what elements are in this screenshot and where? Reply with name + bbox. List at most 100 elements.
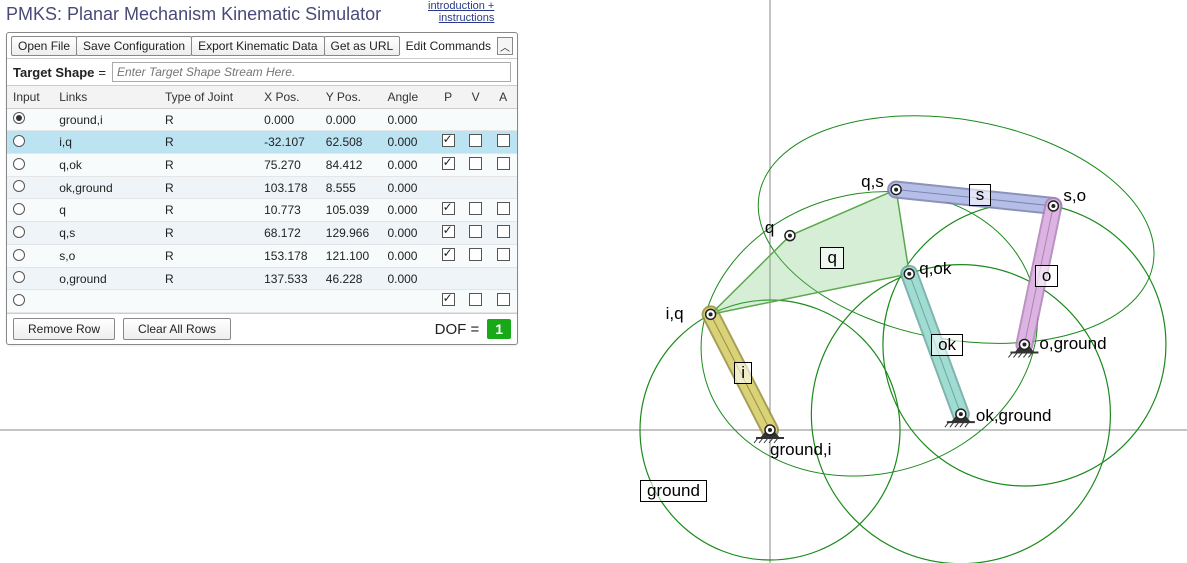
input-radio[interactable] xyxy=(13,135,25,147)
links-cell[interactable]: q xyxy=(53,199,159,222)
input-radio[interactable] xyxy=(13,271,25,283)
x-cell[interactable]: 75.270 xyxy=(258,154,320,177)
collapse-panel-button[interactable]: ︿ xyxy=(497,37,513,55)
table-row[interactable]: i,qR-32.10762.5080.000 xyxy=(7,131,517,154)
angle-cell[interactable]: 0.000 xyxy=(381,177,434,199)
table-row[interactable]: qR10.773105.0390.000 xyxy=(7,199,517,222)
a-checkbox[interactable] xyxy=(497,157,510,170)
mechanism-label: q,s xyxy=(861,172,884,192)
links-cell[interactable]: i,q xyxy=(53,131,159,154)
table-row[interactable]: s,oR153.178121.1000.000 xyxy=(7,245,517,268)
mechanism-label: o,ground xyxy=(1039,334,1106,354)
x-cell[interactable]: 68.172 xyxy=(258,222,320,245)
type-cell[interactable]: R xyxy=(159,245,258,268)
p-checkbox[interactable] xyxy=(442,202,455,215)
clear-rows-button[interactable]: Clear All Rows xyxy=(123,318,231,340)
table-row[interactable] xyxy=(7,290,517,313)
angle-cell[interactable]: 0.000 xyxy=(381,199,434,222)
v-checkbox[interactable] xyxy=(469,134,482,147)
x-cell[interactable]: -32.107 xyxy=(258,131,320,154)
links-cell[interactable]: q,s xyxy=(53,222,159,245)
links-cell[interactable]: s,o xyxy=(53,245,159,268)
y-cell[interactable]: 105.039 xyxy=(320,199,382,222)
edit-commands-label[interactable]: Edit Commands xyxy=(402,37,495,55)
input-radio[interactable] xyxy=(13,294,25,306)
input-radio[interactable] xyxy=(13,203,25,215)
type-cell[interactable]: R xyxy=(159,199,258,222)
x-cell[interactable]: 153.178 xyxy=(258,245,320,268)
input-radio[interactable] xyxy=(13,226,25,238)
remove-row-button[interactable]: Remove Row xyxy=(13,318,115,340)
get-url-button[interactable]: Get as URL xyxy=(324,36,401,56)
table-row[interactable]: ground,iR0.0000.0000.000 xyxy=(7,109,517,131)
a-checkbox[interactable] xyxy=(497,202,510,215)
type-cell[interactable]: R xyxy=(159,109,258,131)
save-config-button[interactable]: Save Configuration xyxy=(76,36,192,56)
input-radio[interactable] xyxy=(13,249,25,261)
type-cell[interactable]: R xyxy=(159,222,258,245)
p-checkbox[interactable] xyxy=(442,293,455,306)
angle-cell[interactable]: 0.000 xyxy=(381,268,434,290)
v-checkbox[interactable] xyxy=(469,225,482,238)
col-p: P xyxy=(434,86,462,109)
y-cell[interactable]: 121.100 xyxy=(320,245,382,268)
y-cell[interactable]: 46.228 xyxy=(320,268,382,290)
table-row[interactable]: q,sR68.172129.9660.000 xyxy=(7,222,517,245)
angle-cell[interactable] xyxy=(381,290,434,313)
v-checkbox[interactable] xyxy=(469,293,482,306)
angle-cell[interactable]: 0.000 xyxy=(381,245,434,268)
p-checkbox[interactable] xyxy=(442,157,455,170)
target-shape-input[interactable] xyxy=(112,62,511,82)
a-checkbox[interactable] xyxy=(497,293,510,306)
angle-cell[interactable]: 0.000 xyxy=(381,154,434,177)
links-cell[interactable]: q,ok xyxy=(53,154,159,177)
a-checkbox[interactable] xyxy=(497,248,510,261)
control-panel: Open File Save Configuration Export Kine… xyxy=(6,32,518,345)
y-cell[interactable]: 129.966 xyxy=(320,222,382,245)
instructions-link[interactable]: instructions xyxy=(428,12,494,24)
angle-cell[interactable]: 0.000 xyxy=(381,109,434,131)
app-title: PMKS: Planar Mechanism Kinematic Simulat… xyxy=(6,4,381,25)
x-cell[interactable] xyxy=(258,290,320,313)
x-cell[interactable]: 137.533 xyxy=(258,268,320,290)
x-cell[interactable]: 10.773 xyxy=(258,199,320,222)
p-checkbox[interactable] xyxy=(442,134,455,147)
intro-link[interactable]: introduction + xyxy=(428,0,494,12)
input-radio[interactable] xyxy=(13,158,25,170)
table-row[interactable]: q,okR75.27084.4120.000 xyxy=(7,154,517,177)
y-cell[interactable]: 0.000 xyxy=(320,109,382,131)
angle-cell[interactable]: 0.000 xyxy=(381,131,434,154)
y-cell[interactable]: 8.555 xyxy=(320,177,382,199)
open-file-button[interactable]: Open File xyxy=(11,36,77,56)
type-cell[interactable]: R xyxy=(159,131,258,154)
x-cell[interactable]: 103.178 xyxy=(258,177,320,199)
type-cell[interactable]: R xyxy=(159,268,258,290)
v-checkbox[interactable] xyxy=(469,202,482,215)
export-data-button[interactable]: Export Kinematic Data xyxy=(191,36,324,56)
col-links: Links xyxy=(53,86,159,109)
links-cell[interactable]: o,ground xyxy=(53,268,159,290)
links-cell[interactable] xyxy=(53,290,159,313)
type-cell[interactable] xyxy=(159,290,258,313)
v-checkbox[interactable] xyxy=(469,157,482,170)
table-row[interactable]: o,groundR137.53346.2280.000 xyxy=(7,268,517,290)
a-checkbox[interactable] xyxy=(497,134,510,147)
p-checkbox[interactable] xyxy=(442,248,455,261)
y-cell[interactable] xyxy=(320,290,382,313)
x-cell[interactable]: 0.000 xyxy=(258,109,320,131)
joints-table: Input Links Type of Joint X Pos. Y Pos. … xyxy=(7,85,517,313)
input-radio[interactable] xyxy=(13,180,25,192)
type-cell[interactable]: R xyxy=(159,177,258,199)
links-cell[interactable]: ground,i xyxy=(53,109,159,131)
p-checkbox[interactable] xyxy=(442,225,455,238)
table-row[interactable]: ok,groundR103.1788.5550.000 xyxy=(7,177,517,199)
y-cell[interactable]: 84.412 xyxy=(320,154,382,177)
angle-cell[interactable]: 0.000 xyxy=(381,222,434,245)
a-checkbox[interactable] xyxy=(497,225,510,238)
mechanism-label: s xyxy=(969,184,992,206)
y-cell[interactable]: 62.508 xyxy=(320,131,382,154)
links-cell[interactable]: ok,ground xyxy=(53,177,159,199)
type-cell[interactable]: R xyxy=(159,154,258,177)
input-radio[interactable] xyxy=(13,112,25,124)
v-checkbox[interactable] xyxy=(469,248,482,261)
